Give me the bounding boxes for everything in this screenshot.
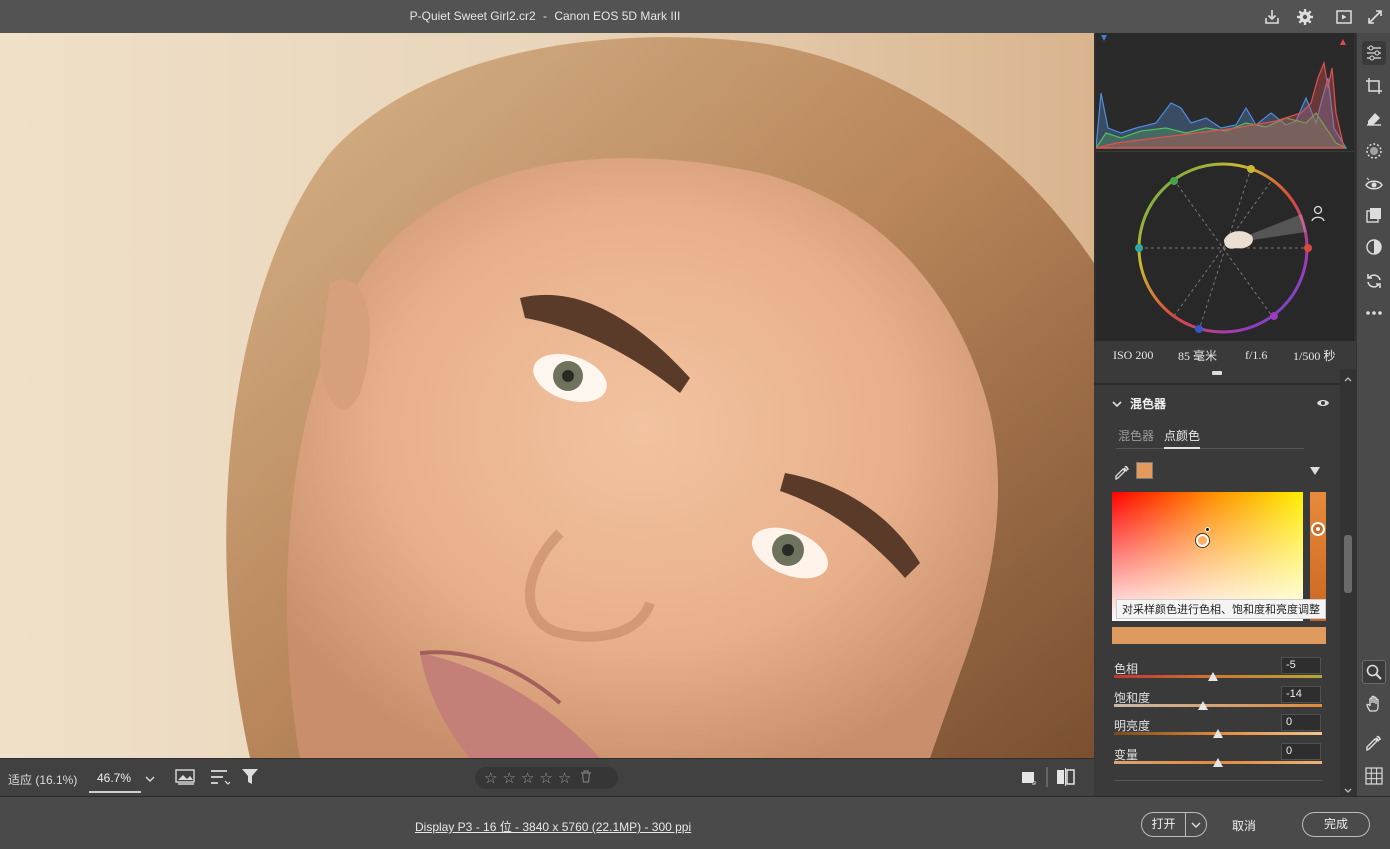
section-divider — [1094, 383, 1340, 385]
exif-shutter: 1/500 秒 — [1293, 348, 1336, 363]
workflow-options-link[interactable]: Display P3 - 16 位 - 3840 x 5760 (22.1MP)… — [415, 818, 691, 835]
hand-icon[interactable] — [1362, 692, 1386, 716]
scroll-up-icon[interactable] — [1344, 371, 1352, 385]
before-after-icon[interactable] — [175, 768, 197, 788]
chevron-down-icon — [1112, 400, 1122, 407]
variance-slider-thumb[interactable] — [1213, 758, 1223, 767]
chevron-down-icon[interactable] — [1186, 821, 1206, 829]
scroll-thumb[interactable] — [1344, 535, 1352, 593]
zoom-fit-button[interactable]: 适应 (16.1%) — [8, 771, 77, 788]
section-header[interactable]: 混色器 — [1112, 395, 1166, 412]
mixer-panel: 混色器 混色器 点颜色 对采样颜色进行色相、饱和度和亮度调整 色相 -5 饱和度… — [1094, 369, 1340, 796]
tooltip: 对采样颜色进行色相、饱和度和亮度调整 — [1116, 599, 1326, 619]
trash-icon[interactable] — [580, 770, 592, 786]
luminance-slider-thumb[interactable] — [1213, 729, 1223, 738]
filter-icon[interactable] — [241, 768, 263, 788]
histogram — [1094, 33, 1354, 151]
section-title: 混色器 — [1130, 397, 1167, 411]
rating-star-4[interactable]: ☆ — [539, 767, 552, 789]
exif-iso: ISO 200 — [1113, 347, 1154, 362]
color-wheel[interactable] — [1096, 151, 1354, 341]
cancel-button[interactable]: 取消 — [1232, 817, 1256, 834]
compare-view-icon[interactable] — [1055, 768, 1077, 788]
photo-toolbar: 适应 (16.1%) 46.7% ☆ ☆ ☆ ☆ ☆ — [0, 758, 1094, 796]
sample-point — [1205, 527, 1210, 532]
zoom-icon[interactable] — [1362, 660, 1386, 684]
single-view-icon[interactable] — [1019, 768, 1041, 788]
tab-mixer[interactable]: 混色器 — [1118, 427, 1154, 444]
zoom-value[interactable]: 46.7% — [89, 763, 141, 793]
grid-icon[interactable] — [1362, 764, 1386, 788]
chevron-down-icon[interactable] — [145, 772, 155, 786]
rating-star-2[interactable]: ☆ — [502, 767, 515, 789]
highlight-clip-icon — [1340, 39, 1346, 45]
presets-icon[interactable] — [1362, 203, 1386, 227]
sort-icon[interactable] — [209, 768, 231, 788]
title-filename: P-Quiet Sweet Girl2.cr2 — [409, 9, 536, 23]
variance-input[interactable]: 0 — [1281, 743, 1321, 760]
toolbar-divider — [1046, 767, 1048, 787]
title-separator: - — [543, 9, 547, 23]
luminance-handle[interactable] — [1311, 522, 1325, 536]
rating-star-3[interactable]: ☆ — [521, 767, 534, 789]
color-target-handle[interactable] — [1196, 534, 1209, 547]
tools-rail — [1356, 33, 1390, 796]
snapshots-icon[interactable] — [1362, 235, 1386, 259]
rating-star-1[interactable]: ☆ — [484, 767, 497, 789]
panel-grip[interactable] — [1212, 371, 1222, 375]
crop-icon[interactable] — [1362, 74, 1386, 98]
title-bar: P-Quiet Sweet Girl2.cr2 - Canon EOS 5D M… — [0, 0, 1390, 33]
swatch-dropdown-icon[interactable] — [1310, 467, 1320, 475]
edit-icon[interactable] — [1362, 41, 1386, 65]
saturation-input[interactable]: -14 — [1281, 686, 1321, 703]
person-icon — [1311, 205, 1325, 222]
photo-canvas[interactable] — [0, 33, 1094, 758]
tab-point-color[interactable]: 点颜色 — [1164, 427, 1200, 444]
status-bar: Display P3 - 16 位 - 3840 x 5760 (22.1MP)… — [0, 796, 1390, 849]
mask-icon[interactable] — [1362, 139, 1386, 163]
scroll-down-icon[interactable] — [1344, 783, 1352, 797]
done-button[interactable]: 完成 — [1302, 812, 1370, 837]
title-camera: Canon EOS 5D Mark III — [554, 9, 681, 23]
color-sampler-icon[interactable] — [1362, 731, 1386, 755]
settings-icon[interactable] — [1294, 6, 1316, 28]
sampled-color-swatch[interactable] — [1136, 462, 1153, 479]
exif-focal: 85 毫米 — [1178, 348, 1218, 363]
exif-aperture: f/1.6 — [1245, 347, 1268, 362]
open-button[interactable]: 打开 — [1141, 812, 1207, 837]
redeye-icon[interactable] — [1362, 173, 1386, 197]
hue-slider-thumb[interactable] — [1208, 672, 1218, 681]
tab-active-indicator — [1164, 447, 1200, 449]
open-button-label[interactable]: 打开 — [1142, 813, 1186, 836]
hue-track[interactable] — [1114, 675, 1322, 678]
slideshow-icon[interactable] — [1333, 6, 1355, 28]
edit-panel: ISO 200 85 毫米 f/1.6 1/500 秒 混色器 混色器 点颜色 — [1094, 33, 1356, 796]
sync-icon[interactable] — [1362, 269, 1386, 293]
visibility-eye-icon[interactable] — [1316, 397, 1330, 411]
heal-icon[interactable] — [1362, 106, 1386, 130]
panel-scrollbar[interactable] — [1340, 369, 1356, 796]
shadow-clip-icon — [1101, 35, 1107, 41]
rating-stars: ☆ ☆ ☆ ☆ ☆ — [475, 767, 618, 789]
fullscreen-icon[interactable] — [1364, 6, 1386, 28]
hue-input[interactable]: -5 — [1281, 657, 1321, 674]
eyedropper-icon[interactable] — [1114, 465, 1130, 484]
saturation-slider-thumb[interactable] — [1198, 701, 1208, 710]
luminance-input[interactable]: 0 — [1281, 714, 1321, 731]
save-icon[interactable] — [1261, 6, 1283, 28]
saturation-track[interactable] — [1114, 704, 1322, 707]
exif-info: ISO 200 85 毫米 f/1.6 1/500 秒 — [1094, 341, 1356, 369]
window-title: P-Quiet Sweet Girl2.cr2 - Canon EOS 5D M… — [0, 9, 1090, 23]
slider-divider — [1114, 780, 1322, 781]
more-icon[interactable] — [1362, 301, 1386, 325]
rating-star-5[interactable]: ☆ — [558, 767, 571, 789]
tab-underline — [1116, 448, 1304, 449]
result-color-bar — [1112, 627, 1326, 644]
